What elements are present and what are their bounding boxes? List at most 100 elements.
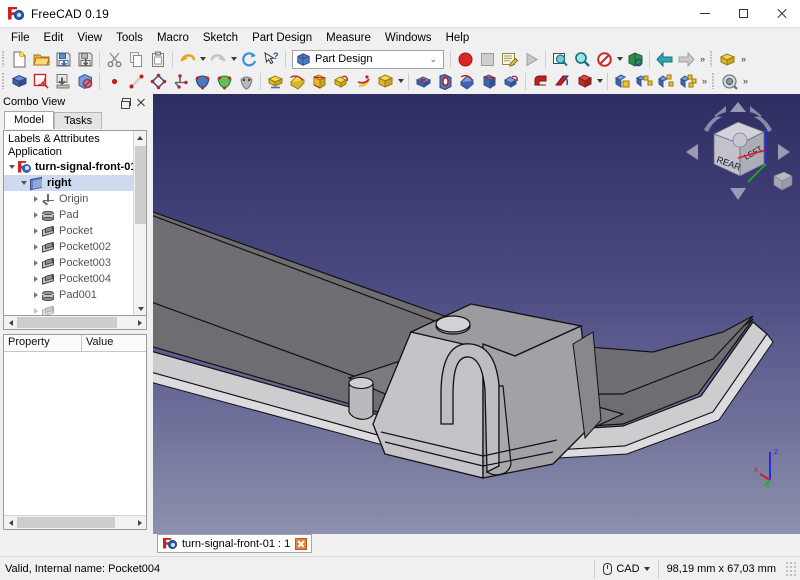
- tree-item-origin[interactable]: Origin: [4, 191, 146, 207]
- tree-item-pad001[interactable]: Pad001: [4, 287, 146, 303]
- tree-item-pad[interactable]: Pad: [4, 207, 146, 223]
- toolbar-overflow-button[interactable]: »: [697, 49, 708, 69]
- navigation-style-selector[interactable]: CAD: [594, 559, 657, 578]
- fit-all-button[interactable]: [549, 49, 571, 70]
- menu-view[interactable]: View: [70, 29, 109, 47]
- tree-horizontal-scrollbar[interactable]: [3, 316, 147, 330]
- chevron-right-icon[interactable]: [30, 191, 41, 207]
- menu-help[interactable]: Help: [439, 29, 477, 47]
- toolbar-overflow-button-2[interactable]: »: [738, 49, 749, 69]
- whats-this-button[interactable]: ?: [260, 49, 282, 70]
- multi-transform-button[interactable]: [677, 71, 699, 92]
- chevron-right-icon[interactable]: [30, 287, 41, 303]
- extra-pad-button[interactable]: [716, 49, 738, 70]
- macro-record-button[interactable]: [454, 49, 476, 70]
- create-point-button[interactable]: [103, 71, 125, 92]
- scroll-right-arrow-icon[interactable]: [133, 317, 146, 329]
- macros-dialog-button[interactable]: [498, 49, 520, 70]
- close-tab-icon[interactable]: [295, 537, 308, 550]
- menu-file[interactable]: File: [4, 29, 37, 47]
- create-polyline-button[interactable]: [147, 71, 169, 92]
- toolbar-grip[interactable]: [2, 73, 5, 89]
- scroll-right-arrow-icon[interactable]: [133, 517, 146, 529]
- 3d-viewport[interactable]: REAR LEFT z x y: [153, 94, 800, 534]
- redo-button[interactable]: [207, 49, 229, 70]
- draw-style-button[interactable]: [593, 49, 615, 70]
- menu-tools[interactable]: Tools: [109, 29, 150, 47]
- tree-item-partial[interactable]: [4, 303, 146, 315]
- draft-button[interactable]: [573, 71, 595, 92]
- linear-pattern-button[interactable]: [633, 71, 655, 92]
- additive-helix-button[interactable]: [352, 71, 374, 92]
- undock-icon[interactable]: [121, 98, 131, 109]
- fit-selection-button[interactable]: [571, 49, 593, 70]
- close-button[interactable]: [762, 0, 800, 28]
- undo-dropdown-arrow[interactable]: [198, 51, 207, 68]
- navigation-cube[interactable]: REAR LEFT: [682, 100, 794, 204]
- close-icon[interactable]: [136, 98, 145, 107]
- polar-pattern-button[interactable]: [655, 71, 677, 92]
- chevron-right-icon[interactable]: [30, 239, 41, 255]
- scrollbar-thumb[interactable]: [135, 146, 146, 224]
- revolution-button[interactable]: [286, 71, 308, 92]
- menu-windows[interactable]: Windows: [378, 29, 439, 47]
- save-document-button[interactable]: [52, 49, 74, 70]
- axonometric-view-button[interactable]: [624, 49, 646, 70]
- chevron-down-icon[interactable]: [18, 175, 29, 191]
- tree-item-pocket003[interactable]: Pocket003: [4, 255, 146, 271]
- mirrored-button[interactable]: [611, 71, 633, 92]
- chevron-right-icon[interactable]: [30, 255, 41, 271]
- create-line-button[interactable]: [125, 71, 147, 92]
- toolbar-grip[interactable]: [710, 51, 713, 67]
- additive-pipe-button[interactable]: [330, 71, 352, 92]
- create-datum-button[interactable]: [169, 71, 191, 92]
- measure-button[interactable]: [718, 71, 740, 92]
- undo-button[interactable]: [176, 49, 198, 70]
- draw-style-dropdown-arrow[interactable]: [615, 51, 624, 68]
- menu-macro[interactable]: Macro: [150, 29, 196, 47]
- paste-button[interactable]: [147, 49, 169, 70]
- create-sketch-button[interactable]: [30, 71, 52, 92]
- maximize-button[interactable]: [724, 0, 762, 28]
- pad-button[interactable]: [264, 71, 286, 92]
- tree-vertical-scrollbar[interactable]: [133, 131, 146, 315]
- hole-button[interactable]: [434, 71, 456, 92]
- menu-sketch[interactable]: Sketch: [196, 29, 245, 47]
- macro-stop-button[interactable]: [476, 49, 498, 70]
- resize-grip[interactable]: [784, 561, 798, 576]
- tab-model[interactable]: Model: [4, 111, 54, 129]
- scroll-down-arrow-icon[interactable]: [134, 302, 146, 315]
- scroll-up-arrow-icon[interactable]: [134, 131, 146, 144]
- validate-sketch-button[interactable]: [74, 71, 96, 92]
- tab-tasks[interactable]: Tasks: [53, 112, 103, 129]
- draft-dropdown-arrow[interactable]: [595, 73, 604, 90]
- chevron-down-icon[interactable]: [6, 159, 17, 175]
- chevron-right-icon[interactable]: [30, 303, 41, 315]
- property-horizontal-scrollbar[interactable]: [4, 515, 146, 529]
- previous-view-button[interactable]: [653, 49, 675, 70]
- menu-edit[interactable]: Edit: [37, 29, 71, 47]
- model-tree[interactable]: Labels & Attributes Application turn-sig…: [3, 130, 147, 316]
- clone-button[interactable]: [235, 71, 257, 92]
- chevron-right-icon[interactable]: [30, 207, 41, 223]
- additive-loft-button[interactable]: [308, 71, 330, 92]
- pocket-button[interactable]: [412, 71, 434, 92]
- document-tab[interactable]: turn-signal-front-01 : 1: [157, 534, 313, 553]
- tree-item-right[interactable]: right: [4, 175, 146, 191]
- additive-primitive-dropdown-arrow[interactable]: [396, 73, 405, 90]
- scroll-left-arrow-icon[interactable]: [4, 317, 17, 329]
- workbench-selector[interactable]: Part Design ⌄: [292, 49, 444, 69]
- fillet-button[interactable]: [529, 71, 551, 92]
- tree-item-pocket004[interactable]: Pocket004: [4, 271, 146, 287]
- chamfer-button[interactable]: [551, 71, 573, 92]
- menu-part-design[interactable]: Part Design: [245, 29, 319, 47]
- macro-execute-button[interactable]: [520, 49, 542, 70]
- create-shape-binder-button[interactable]: [191, 71, 213, 92]
- open-document-button[interactable]: [30, 49, 52, 70]
- edit-sketch-button[interactable]: [52, 71, 74, 92]
- property-editor[interactable]: Property Value: [3, 334, 147, 530]
- next-view-button[interactable]: [675, 49, 697, 70]
- save-as-button[interactable]: [74, 49, 96, 70]
- refresh-button[interactable]: [238, 49, 260, 70]
- toolbar-overflow-button-4[interactable]: »: [740, 71, 751, 91]
